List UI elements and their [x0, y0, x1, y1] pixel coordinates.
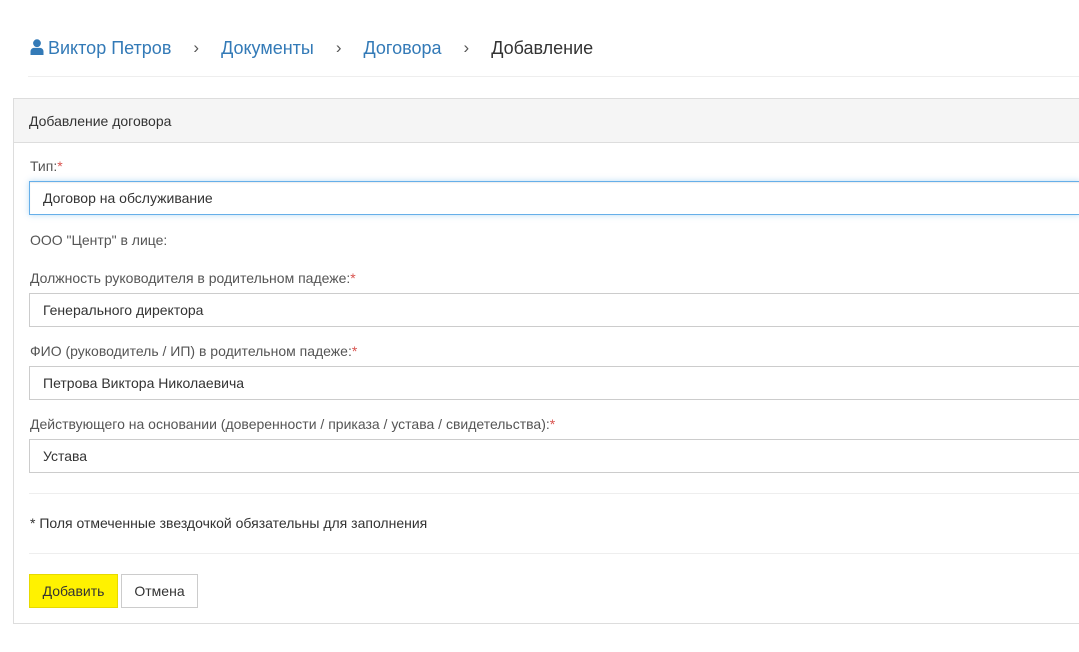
chevron-right-icon: › — [335, 38, 342, 57]
fio-input[interactable] — [29, 366, 1079, 400]
user-icon — [30, 38, 44, 55]
add-button[interactable]: Добавить — [29, 574, 118, 608]
cancel-button[interactable]: Отмена — [121, 574, 198, 608]
header-divider — [28, 76, 1079, 77]
type-label: Тип:* — [30, 158, 63, 174]
required-marker: * — [57, 158, 63, 174]
chevron-right-icon: › — [193, 38, 200, 57]
company-representative-text: ООО "Центр" в лице: — [30, 232, 168, 248]
required-marker: * — [350, 270, 356, 286]
panel-title: Добавление договора — [14, 99, 1079, 143]
form-divider — [29, 553, 1079, 554]
form-divider — [29, 493, 1079, 494]
type-label-text: Тип: — [30, 158, 58, 174]
breadcrumb: Виктор Петров › Документы › Договора › Д… — [30, 30, 593, 66]
breadcrumb-documents-link[interactable]: Документы — [221, 38, 314, 59]
breadcrumb-current: Добавление — [491, 37, 594, 58]
fio-label-text: ФИО (руководитель / ИП) в родительном па… — [30, 343, 352, 359]
contract-form-panel: Добавление договора Тип:* ООО "Центр" в … — [13, 98, 1079, 624]
chevron-right-icon: › — [463, 38, 470, 57]
position-label: Должность руководителя в родительном пад… — [30, 270, 356, 286]
basis-label: Действующего на основании (доверенности … — [30, 416, 555, 432]
breadcrumb-user-link[interactable]: Виктор Петров — [30, 38, 171, 59]
required-fields-note: * Поля отмеченные звездочкой обязательны… — [30, 515, 428, 531]
basis-label-text: Действующего на основании (доверенности … — [30, 416, 550, 432]
basis-input[interactable] — [29, 439, 1079, 473]
fio-label: ФИО (руководитель / ИП) в родительном па… — [30, 343, 357, 359]
position-label-text: Должность руководителя в родительном пад… — [30, 270, 351, 286]
breadcrumb-contracts-link[interactable]: Договора — [364, 38, 442, 59]
type-input[interactable] — [29, 181, 1079, 215]
position-input[interactable] — [29, 293, 1079, 327]
required-marker: * — [351, 343, 358, 359]
required-marker: * — [549, 416, 556, 432]
breadcrumb-user-label: Виктор Петров — [48, 37, 172, 58]
